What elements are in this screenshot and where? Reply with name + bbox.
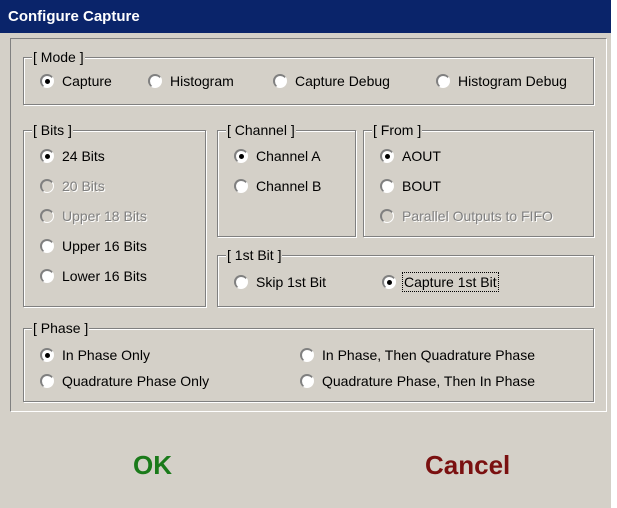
radio-label: Quadrature Phase Only: [62, 373, 210, 389]
radio-button: [380, 149, 394, 163]
radio-label: In Phase, Then Quadrature Phase: [322, 347, 535, 363]
radio-label: Histogram Debug: [458, 73, 567, 89]
radio-button: [234, 179, 248, 193]
radio-button: [300, 374, 314, 388]
radio-button: [436, 74, 450, 88]
radio-label: Parallel Outputs to FIFO: [402, 208, 553, 224]
bits-legend: [ Bits ]: [32, 122, 73, 138]
radio-button: [40, 348, 54, 362]
title-bar[interactable]: Configure Capture: [0, 0, 611, 33]
radio-button: [273, 74, 287, 88]
radio-button: [40, 179, 54, 193]
radio-button: [300, 348, 314, 362]
radio-button: [40, 209, 54, 223]
ok-button[interactable]: OK: [133, 450, 172, 481]
radio-label: In Phase Only: [62, 347, 150, 363]
phase-legend: [ Phase ]: [32, 320, 90, 336]
radio-label: AOUT: [402, 148, 441, 164]
radio-button: [40, 374, 54, 388]
first-bit-group: [ 1st Bit ] Skip 1st Bit Capture 1st Bit: [217, 247, 594, 307]
radio-label: Channel A: [256, 148, 321, 164]
window-title: Configure Capture: [8, 8, 140, 25]
radio-button: [40, 74, 54, 88]
settings-panel: [ Mode ] Capture Histogram Capture Debug…: [10, 38, 607, 412]
from-legend: [ From ]: [372, 122, 423, 138]
phase-group: [ Phase ] In Phase Only Quadrature Phase…: [23, 320, 594, 402]
channel-legend: [ Channel ]: [226, 122, 296, 138]
dialog-window: Configure Capture [ Mode ] Capture Histo…: [0, 0, 611, 508]
radio-button: [40, 269, 54, 283]
radio-label: Upper 18 Bits: [62, 208, 147, 224]
radio-button: [148, 74, 162, 88]
radio-button: [382, 275, 396, 289]
radio-label: Capture 1st Bit: [402, 272, 499, 292]
radio-button: [380, 179, 394, 193]
radio-label: Skip 1st Bit: [256, 274, 327, 290]
radio-button: [234, 275, 248, 289]
radio-label: Upper 16 Bits: [62, 238, 147, 254]
radio-label: Channel B: [256, 178, 322, 194]
radio-label: 24 Bits: [62, 148, 105, 164]
radio-label: BOUT: [402, 178, 441, 194]
bits-group: [ Bits ] 24 Bits 20 Bits Upper 18 Bits U…: [23, 122, 206, 307]
radio-label: 20 Bits: [62, 178, 105, 194]
channel-group: [ Channel ] Channel A Channel B: [217, 122, 356, 237]
radio-label: Lower 16 Bits: [62, 268, 147, 284]
mode-group: [ Mode ] Capture Histogram Capture Debug…: [23, 49, 594, 105]
first-bit-legend: [ 1st Bit ]: [226, 247, 283, 263]
radio-button: [40, 239, 54, 253]
from-group: [ From ] AOUT BOUT Parallel Outputs to F…: [363, 122, 594, 237]
cancel-button[interactable]: Cancel: [425, 450, 510, 481]
radio-label: Histogram: [170, 73, 234, 89]
radio-label: Quadrature Phase, Then In Phase: [322, 373, 535, 389]
radio-button: [40, 149, 54, 163]
radio-label: Capture Debug: [295, 73, 390, 89]
radio-button: [380, 209, 394, 223]
radio-label: Capture: [62, 73, 112, 89]
radio-button: [234, 149, 248, 163]
mode-legend: [ Mode ]: [32, 49, 85, 65]
